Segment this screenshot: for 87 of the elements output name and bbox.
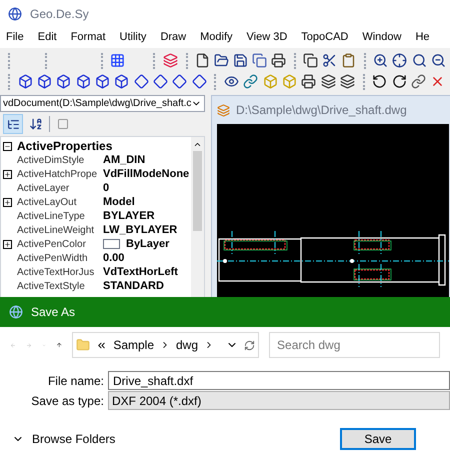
expand-toggle-icon[interactable] — [3, 170, 12, 178]
dialog-title: Save As — [31, 304, 76, 321]
diamond-icon[interactable] — [132, 72, 150, 90]
sort-az-icon — [29, 117, 43, 131]
breadcrumb-item[interactable]: Sample — [113, 336, 154, 354]
expand-toggle-icon[interactable] — [3, 240, 12, 248]
field-label: File name: — [46, 372, 105, 390]
color-swatch — [103, 239, 120, 249]
document-selector[interactable]: vdDocument(D:\Sample\dwg\Drive_shaft.c — [0, 95, 205, 112]
save-icon[interactable] — [232, 52, 249, 70]
zoom-in-icon[interactable] — [372, 52, 389, 70]
cube-icon[interactable] — [56, 72, 72, 90]
cube-icon[interactable] — [114, 72, 130, 90]
printer-icon[interactable] — [270, 52, 287, 70]
app-globe-icon — [8, 6, 22, 20]
scroll-up-icon — [193, 140, 202, 149]
menu-item[interactable]: TopoCAD — [301, 29, 348, 46]
scissors-icon[interactable] — [322, 52, 338, 70]
search-field[interactable]: Search dwg — [269, 332, 440, 358]
property-name: ActiveTextHorJus — [17, 266, 96, 280]
categorized-list-icon — [6, 118, 20, 130]
copies-icon[interactable] — [252, 52, 268, 70]
crosshair-icon[interactable] — [392, 52, 408, 70]
collapse-toggle-icon[interactable] — [3, 142, 12, 150]
menu-item[interactable]: Utility — [120, 29, 146, 46]
property-value: VdFillModeNone — [103, 166, 190, 182]
diamond-icon[interactable] — [172, 72, 188, 90]
browse-folders-toggle[interactable]: Browse Folders — [12, 430, 116, 448]
diamond-icon[interactable] — [152, 72, 169, 90]
menu-item[interactable]: Window — [362, 29, 402, 46]
property-name: ActiveLineType — [17, 210, 86, 224]
property-name: ActiveTextStyle — [17, 280, 86, 294]
property-name: ActivePenColor — [17, 238, 87, 252]
property-value: VdTextHorLeft — [103, 264, 178, 280]
file-type-select[interactable]: DXF 2004 (*.dxf) — [108, 391, 450, 410]
file-name-field[interactable]: Drive_shaft.dxf — [108, 371, 450, 390]
drawing-window-title: D:\Sample\dwg\Drive_shaft.dwg — [236, 102, 407, 119]
folder-icon — [76, 338, 90, 352]
property-value: ByLayer — [126, 236, 170, 252]
menu-item[interactable]: Modify — [200, 29, 233, 46]
undo-icon[interactable] — [372, 72, 388, 90]
menu-item[interactable]: File — [6, 29, 24, 46]
property-value: AM_DIN — [103, 152, 146, 168]
category-label: ActiveProperties — [17, 138, 112, 155]
dialog-globe-icon — [9, 305, 23, 319]
categorized-view-button[interactable] — [3, 114, 23, 134]
clipboard-icon[interactable] — [340, 52, 357, 70]
property-name: ActiveHatchPrope — [17, 168, 98, 182]
search-icon[interactable] — [411, 52, 428, 70]
property-value: STANDARD — [103, 278, 164, 294]
zoom-out-icon[interactable] — [430, 52, 446, 70]
address-bar[interactable]: Sample dwg — [72, 332, 260, 358]
cube-icon[interactable] — [17, 72, 34, 90]
field-label: Save as type: — [30, 392, 105, 410]
menu-item[interactable]: Edit — [38, 29, 57, 46]
layers-icon[interactable] — [162, 52, 179, 70]
cube-icon[interactable] — [74, 72, 92, 90]
diamond-icon[interactable] — [190, 72, 208, 90]
menu-item[interactable]: View 3D — [246, 29, 288, 46]
property-name: ActivePenWidth — [17, 252, 89, 266]
new-file-icon[interactable] — [194, 52, 211, 70]
menu-item[interactable]: He — [415, 29, 430, 46]
property-name: ActiveDimStyle — [17, 154, 86, 168]
menu-item[interactable]: Draw — [160, 29, 186, 46]
refresh-icon — [244, 340, 256, 350]
window-title: Geo.De.Sy — [30, 6, 89, 22]
property-value: 0.00 — [103, 250, 124, 266]
copy-icon[interactable] — [302, 52, 319, 70]
menu-item[interactable]: Format — [70, 29, 106, 46]
save-button[interactable]: Save — [340, 428, 416, 450]
overflow-chevrons-icon — [96, 340, 108, 350]
property-value: Model — [103, 194, 135, 210]
cube-icon[interactable] — [36, 72, 53, 90]
chain-icon[interactable] — [410, 72, 427, 90]
expand-toggle-icon[interactable] — [3, 198, 12, 206]
property-value: 0 — [103, 180, 110, 196]
property-value: LW_BYLAYER — [103, 222, 178, 238]
breadcrumb-item[interactable]: dwg — [176, 336, 198, 354]
cube-icon[interactable] — [94, 72, 111, 90]
property-name: ActiveLayer — [17, 182, 70, 196]
grid-icon[interactable] — [110, 52, 126, 70]
property-page-icon — [57, 118, 69, 130]
property-value: BYLAYER — [103, 208, 155, 224]
redo-icon[interactable] — [390, 72, 408, 90]
link-icon[interactable] — [242, 72, 259, 90]
property-name: ActiveLayOut — [17, 196, 78, 210]
property-name: ActiveLineWeight — [17, 224, 96, 238]
